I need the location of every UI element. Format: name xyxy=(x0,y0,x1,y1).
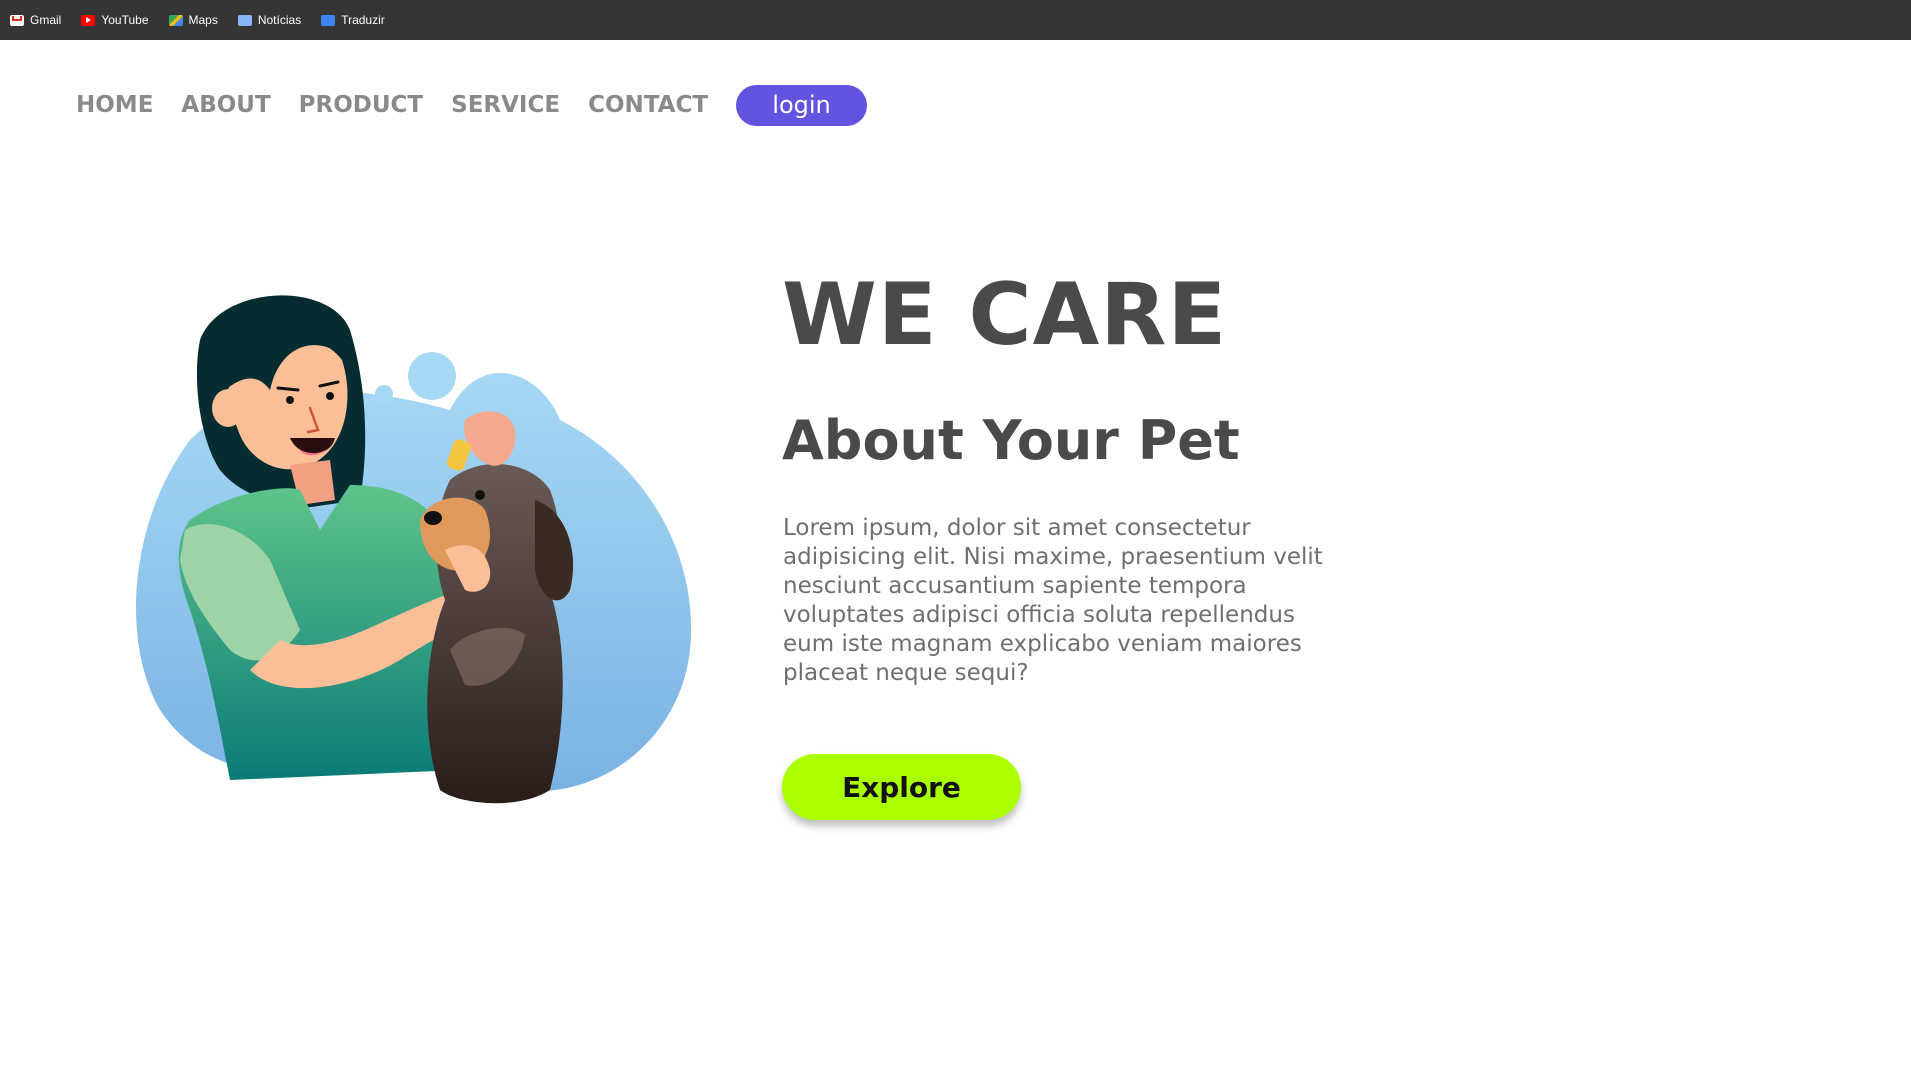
bookmark-translate[interactable]: Traduzir xyxy=(321,13,385,27)
nav-about-link[interactable]: ABOUT xyxy=(181,92,270,118)
hero-paragraph: Lorem ipsum, dolor sit amet consectetur … xyxy=(783,515,1323,686)
nav-service-link[interactable]: SERVICE xyxy=(451,92,560,118)
bookmark-gmail[interactable]: Gmail xyxy=(10,13,61,27)
hero-subheadline: About Your Pet xyxy=(782,409,1240,472)
login-button[interactable]: login xyxy=(736,84,868,126)
hero-headline: WE CARE xyxy=(782,265,1228,365)
bookmark-label: Notícias xyxy=(257,13,302,27)
explore-button[interactable]: Explore xyxy=(782,754,1021,820)
bookmark-label: Traduzir xyxy=(341,13,385,27)
bookmark-label: Gmail xyxy=(30,13,62,27)
main-nav: HOME ABOUT PRODUCT SERVICE CONTACT login xyxy=(76,84,868,126)
translate-icon xyxy=(321,14,336,26)
maps-icon xyxy=(168,14,183,26)
bookmarks-bar: Gmail YouTube Maps Notícias Traduzir xyxy=(0,0,1911,40)
bookmark-news[interactable]: Notícias xyxy=(237,13,302,27)
bookmark-maps[interactable]: Maps xyxy=(168,13,218,27)
bookmark-label: YouTube xyxy=(101,13,149,27)
gmail-icon xyxy=(10,14,24,26)
nav-product-link[interactable]: PRODUCT xyxy=(299,92,423,118)
bubble-small xyxy=(375,385,393,403)
news-icon xyxy=(237,14,252,26)
bookmark-label: Maps xyxy=(188,13,218,27)
bookmark-youtube[interactable]: YouTube xyxy=(81,13,149,27)
bubble-large xyxy=(408,352,456,400)
youtube-icon xyxy=(81,14,96,26)
nav-home-link[interactable]: HOME xyxy=(76,92,153,118)
nav-contact-link[interactable]: CONTACT xyxy=(588,92,708,118)
vet-with-dog-illustration xyxy=(136,295,692,804)
